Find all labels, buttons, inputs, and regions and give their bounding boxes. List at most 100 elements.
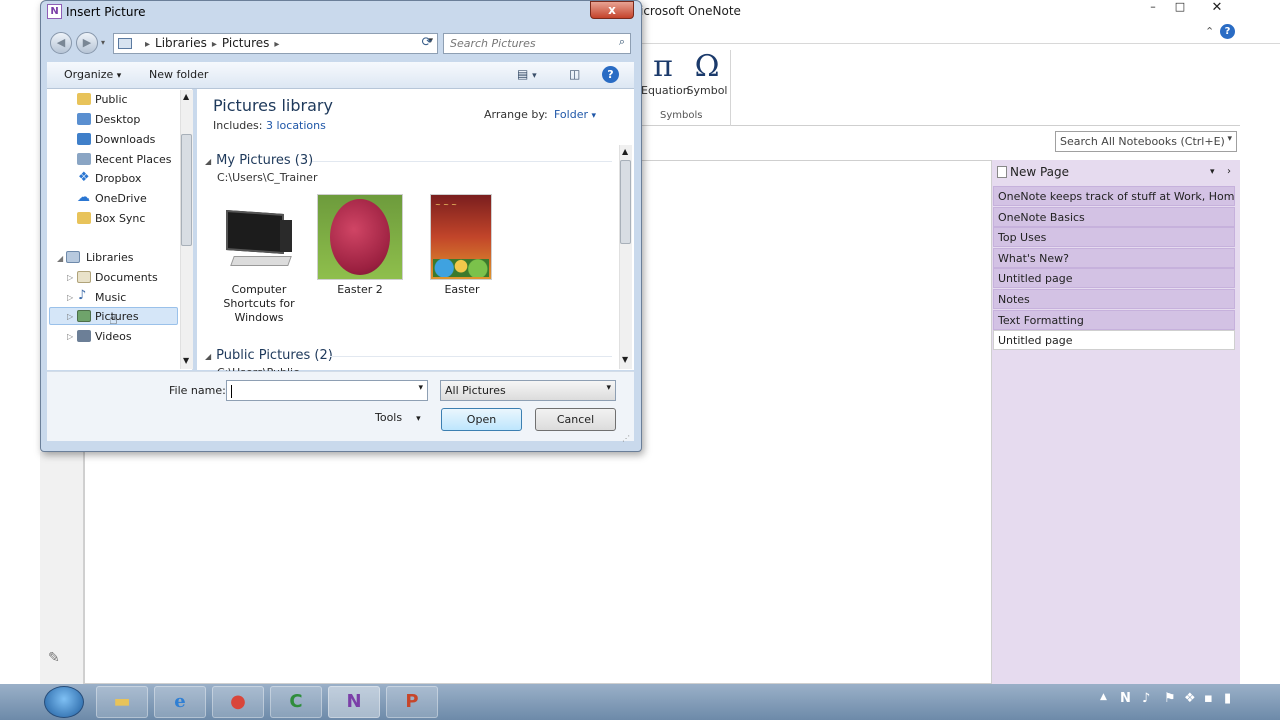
nav-item-onedrive[interactable]: OneDrive	[95, 192, 147, 205]
maximize-button[interactable]: □	[1170, 0, 1190, 16]
file-name-dropdown-icon[interactable]: ▾	[418, 383, 423, 393]
nav-scrollbar-thumb[interactable]	[181, 134, 192, 246]
powerpoint-icon: P	[405, 691, 419, 712]
recent-locations-icon[interactable]: ▾	[101, 38, 105, 47]
includes-label: Includes:	[213, 119, 263, 132]
nav-item-downloads[interactable]: Downloads	[95, 133, 155, 146]
preview-pane-icon[interactable]: ◫	[569, 67, 580, 81]
libraries-icon	[66, 251, 80, 263]
page-tab-active[interactable]: Untitled page	[993, 330, 1235, 350]
videos-icon	[77, 330, 91, 342]
tray-expand-icon[interactable]: ▲	[1100, 692, 1107, 702]
minimize-button[interactable]: –	[1143, 0, 1163, 16]
nav-item-documents[interactable]: Documents	[95, 271, 158, 284]
open-button[interactable]: Open	[441, 408, 522, 431]
change-view-icon[interactable]: ▤ ▾	[517, 67, 537, 81]
tray-volume-icon[interactable]: ♪	[1142, 691, 1150, 706]
file-type-select[interactable]: All Pictures ▾	[440, 380, 616, 401]
address-bar[interactable]: ▸ Libraries ▸ Pictures ▸ ▾	[113, 33, 438, 54]
content-scrollbar-thumb[interactable]	[620, 160, 631, 244]
breadcrumb-pictures[interactable]: Pictures	[222, 36, 270, 50]
page-tab[interactable]: OneNote keeps track of stuff at Work, Ho…	[993, 186, 1235, 206]
file-item-thumbnail[interactable]: ~ ~ ~	[430, 194, 492, 280]
onenote-app-icon: N	[47, 4, 62, 19]
navigation-pane	[47, 89, 193, 370]
expand-tabs-icon[interactable]: ›	[1227, 162, 1231, 182]
tray-sync-icon[interactable]: ⚑	[1164, 691, 1176, 706]
page-tab[interactable]: What's New?	[993, 248, 1235, 268]
scroll-up-icon[interactable]: ▲	[622, 147, 628, 156]
page-tab[interactable]: Untitled page	[993, 268, 1235, 288]
taskbar-chrome-button[interactable]: ●	[212, 686, 264, 718]
back-button[interactable]: ◀	[50, 32, 72, 54]
resize-grip-icon[interactable]: ⋰	[622, 434, 630, 443]
file-item-thumbnail[interactable]	[317, 194, 403, 280]
organize-button[interactable]: Organize ▾	[64, 68, 121, 81]
page-tab[interactable]: Text Formatting	[993, 310, 1235, 330]
group-header-my-pictures[interactable]: ◢ My Pictures (3)	[205, 153, 313, 168]
refresh-icon[interactable]: ⟳	[417, 33, 437, 54]
tray-onenote-icon[interactable]: N	[1120, 691, 1131, 706]
nav-item-desktop[interactable]: Desktop	[95, 113, 140, 126]
scroll-down-icon[interactable]: ▼	[183, 356, 189, 365]
page-tab[interactable]: OneNote Basics	[993, 207, 1235, 227]
nav-item-libraries[interactable]: Libraries	[86, 251, 134, 264]
dialog-title: Insert Picture	[66, 5, 146, 19]
collapse-ribbon-icon[interactable]: ⌃	[1205, 25, 1214, 38]
scroll-up-icon[interactable]: ▲	[183, 92, 189, 101]
folder-icon	[77, 212, 91, 224]
search-pictures-input[interactable]: Search Pictures ⌕	[443, 33, 631, 54]
expand-icon[interactable]: ▷	[67, 312, 73, 321]
expand-icon[interactable]: ▷	[67, 332, 73, 341]
file-name-input[interactable]: ▾	[226, 380, 428, 401]
nav-item-music[interactable]: Music	[95, 291, 126, 304]
new-folder-button[interactable]: New folder	[149, 68, 208, 81]
symbol-button[interactable]: Ω Symbol	[685, 50, 729, 98]
page-tab[interactable]: Top Uses	[993, 227, 1235, 247]
expand-icon[interactable]: ▷	[67, 293, 73, 302]
file-item[interactable]	[216, 194, 302, 280]
nav-item-recent-places[interactable]: Recent Places	[95, 153, 172, 166]
help-icon[interactable]: ?	[602, 66, 619, 83]
file-caption: Easter	[444, 283, 480, 296]
taskbar-explorer-button[interactable]: ▬	[96, 686, 148, 718]
window-close-button[interactable]: ✕	[1205, 0, 1229, 16]
tools-button[interactable]: Tools ▾	[375, 411, 421, 424]
forward-button[interactable]: ▶	[76, 32, 98, 54]
dock-icon[interactable]: ✎	[48, 650, 60, 666]
taskbar-onenote-button[interactable]: N	[328, 686, 380, 718]
help-icon[interactable]: ?	[1220, 24, 1235, 39]
locations-link[interactable]: 3 locations	[266, 119, 326, 132]
taskbar-powerpoint-button[interactable]: P	[386, 686, 438, 718]
nav-item-box-sync[interactable]: Box Sync	[95, 212, 145, 225]
library-title: Pictures library	[213, 96, 333, 115]
group-header-public-pictures[interactable]: ◢ Public Pictures (2)	[205, 348, 333, 363]
nav-item-dropbox[interactable]: Dropbox	[95, 172, 141, 185]
new-page-button[interactable]: New Page ▾ ›	[996, 162, 1234, 182]
scroll-down-icon[interactable]: ▼	[622, 355, 628, 364]
tray-dropbox-icon[interactable]: ❖	[1184, 691, 1196, 706]
start-button[interactable]	[44, 686, 84, 718]
eggs-decoration	[433, 259, 489, 277]
cancel-button[interactable]: Cancel	[535, 408, 616, 431]
easter-egg-shape	[330, 199, 390, 275]
taskbar-ie-button[interactable]: e	[154, 686, 206, 718]
nav-item-videos[interactable]: Videos	[95, 330, 132, 343]
search-notebooks-input[interactable]: Search All Notebooks (Ctrl+E) ▾	[1055, 131, 1237, 152]
page-tab[interactable]: Notes	[993, 289, 1235, 309]
new-page-dropdown-icon[interactable]: ▾	[1210, 162, 1215, 182]
search-dropdown-icon[interactable]: ▾	[1227, 134, 1232, 144]
expand-icon[interactable]: ▷	[67, 273, 73, 282]
tray-network-icon[interactable]: ▮	[1224, 691, 1231, 706]
collapse-libraries-icon[interactable]: ◢	[57, 254, 63, 263]
nav-item-public[interactable]: Public	[95, 93, 128, 106]
symbol-label: Symbol	[686, 84, 728, 97]
taskbar-camtasia-button[interactable]: C	[270, 686, 322, 718]
tray-flag-icon[interactable]: ▪	[1204, 691, 1213, 706]
dialog-close-button[interactable]: x	[590, 1, 634, 19]
search-icon[interactable]: ⌕	[619, 35, 625, 49]
equation-button[interactable]: π Equation	[641, 50, 690, 98]
arrange-by-dropdown[interactable]: Folder ▾	[554, 108, 596, 121]
breadcrumb-libraries[interactable]: Libraries	[155, 36, 207, 50]
tools-label: Tools	[375, 411, 403, 424]
